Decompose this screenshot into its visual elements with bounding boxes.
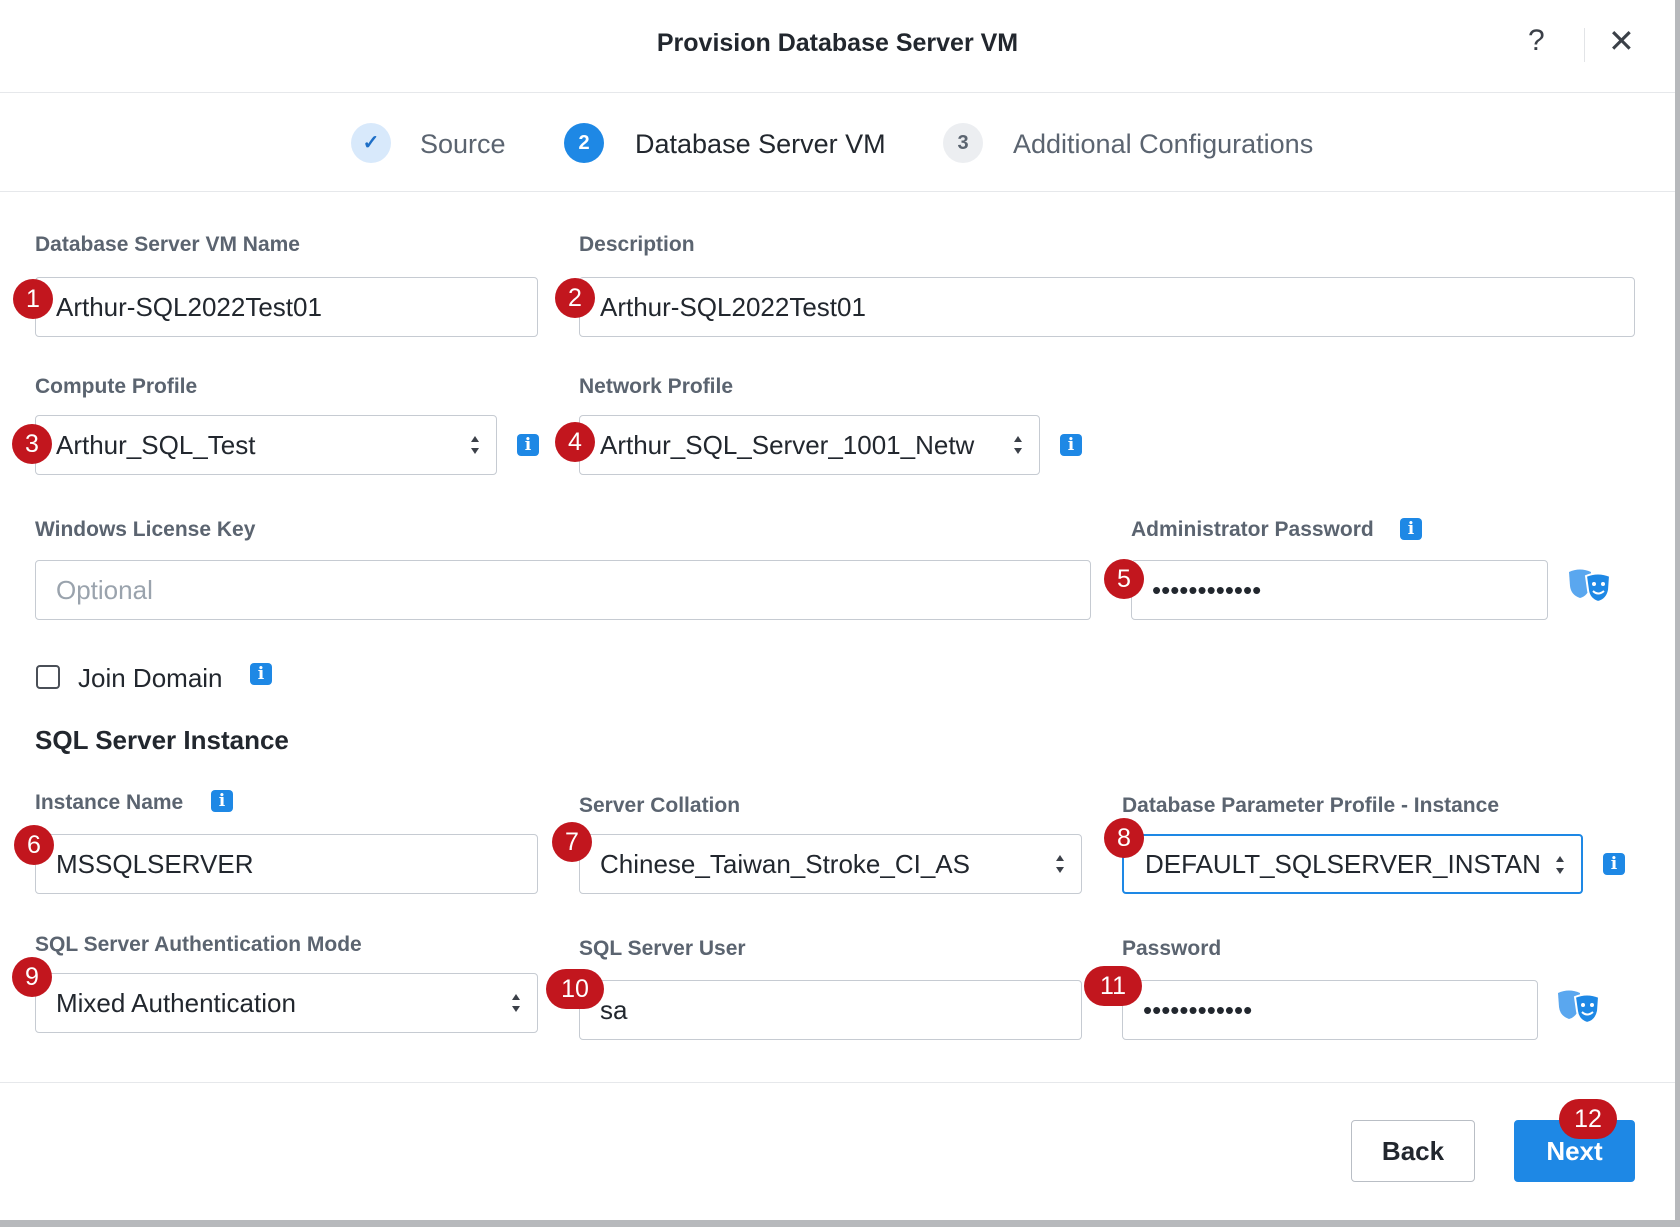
compute-profile-info-icon[interactable]: i	[517, 434, 539, 456]
header-divider	[1584, 28, 1585, 62]
dialog-title: Provision Database Server VM	[656, 29, 1019, 57]
window-frame-bottom	[0, 1220, 1680, 1227]
sql-user-label: SQL Server User	[579, 937, 746, 960]
select-arrows-icon	[1013, 436, 1023, 454]
annotation-badge: 5	[1104, 559, 1144, 599]
network-profile-label: Network Profile	[579, 375, 734, 398]
back-button[interactable]: Back	[1351, 1120, 1475, 1182]
help-icon[interactable]: ?	[1528, 24, 1545, 58]
param-profile-select[interactable]: DEFAULT_SQLSERVER_INSTAN	[1122, 834, 1583, 894]
annotation-badge: 3	[12, 424, 52, 464]
server-collation-select[interactable]: Chinese_Taiwan_Stroke_CI_AS	[579, 834, 1082, 894]
auth-mode-select[interactable]: Mixed Authentication	[35, 973, 538, 1033]
auth-mode-label: SQL Server Authentication Mode	[35, 933, 362, 956]
step-source-label[interactable]: Source	[420, 129, 506, 160]
param-profile-label: Database Parameter Profile - Instance	[1122, 794, 1499, 817]
select-arrows-icon	[1555, 856, 1565, 874]
network-profile-info-icon[interactable]: i	[1060, 434, 1082, 456]
dialog-header: Provision Database Server VM ? ✕	[0, 0, 1675, 93]
show-sql-password-mask-icon[interactable]	[1555, 987, 1603, 1027]
sql-password-label: Password	[1122, 937, 1222, 960]
step-additional-configurations-label[interactable]: Additional Configurations	[1013, 129, 1313, 160]
vm-name-input[interactable]: Arthur-SQL2022Test01	[35, 277, 538, 337]
license-key-placeholder: Optional	[56, 575, 153, 605]
sql-password-input[interactable]: ••••••••••••	[1122, 980, 1538, 1040]
annotation-badge: 12	[1559, 1099, 1617, 1139]
join-domain-checkbox[interactable]	[36, 665, 60, 689]
annotation-badge: 9	[12, 957, 52, 997]
annotation-badge: 8	[1104, 818, 1144, 858]
admin-password-info-icon[interactable]: i	[1400, 518, 1422, 540]
step-active-number: 2	[564, 123, 604, 163]
network-profile-value: Arthur_SQL_Server_1001_Netw	[600, 430, 975, 460]
step-database-server-vm-label[interactable]: Database Server VM	[635, 129, 886, 160]
compute-profile-select[interactable]: Arthur_SQL_Test	[35, 415, 497, 475]
param-profile-value: DEFAULT_SQLSERVER_INSTAN	[1145, 849, 1541, 879]
description-input[interactable]: Arthur-SQL2022Test01	[579, 277, 1635, 337]
annotation-badge: 7	[552, 822, 592, 862]
show-password-mask-icon[interactable]	[1566, 566, 1614, 606]
close-icon[interactable]: ✕	[1608, 22, 1635, 60]
annotation-badge: 4	[555, 422, 595, 462]
sql-server-instance-heading: SQL Server Instance	[35, 725, 289, 755]
server-collation-label: Server Collation	[579, 794, 741, 817]
compute-profile-value: Arthur_SQL_Test	[56, 430, 256, 460]
instance-name-input[interactable]: MSSQLSERVER	[35, 834, 538, 894]
select-arrows-icon	[511, 994, 521, 1012]
select-arrows-icon	[1055, 855, 1065, 873]
step-pending-number: 3	[943, 123, 983, 163]
step-done-check-icon: ✓	[351, 123, 391, 163]
annotation-badge: 6	[14, 825, 54, 865]
sql-user-input[interactable]: sa	[579, 980, 1082, 1040]
wizard-stepper: ✓ Source 2 Database Server VM 3 Addition…	[0, 93, 1675, 192]
instance-name-info-icon[interactable]: i	[211, 790, 233, 812]
compute-profile-label: Compute Profile	[35, 375, 198, 398]
instance-name-label: Instance Name	[35, 791, 184, 814]
annotation-badge: 2	[555, 278, 595, 318]
vm-name-label: Database Server VM Name	[35, 233, 300, 256]
param-profile-info-icon[interactable]: i	[1603, 853, 1625, 875]
annotation-badge: 11	[1084, 966, 1142, 1006]
license-key-label: Windows License Key	[35, 518, 256, 541]
description-label: Description	[579, 233, 695, 256]
annotation-badge: 10	[546, 969, 604, 1009]
auth-mode-value: Mixed Authentication	[56, 988, 296, 1018]
window-frame-right	[1675, 0, 1680, 1227]
admin-password-input[interactable]: ••••••••••••	[1131, 560, 1548, 620]
annotation-badge: 1	[13, 279, 53, 319]
footer-divider	[0, 1082, 1675, 1083]
admin-password-label: Administrator Password	[1131, 518, 1374, 541]
server-collation-value: Chinese_Taiwan_Stroke_CI_AS	[600, 849, 970, 879]
select-arrows-icon	[470, 436, 480, 454]
network-profile-select[interactable]: Arthur_SQL_Server_1001_Netw	[579, 415, 1040, 475]
join-domain-label[interactable]: Join Domain	[78, 663, 223, 694]
join-domain-info-icon[interactable]: i	[250, 663, 272, 685]
license-key-input[interactable]: Optional	[35, 560, 1091, 620]
